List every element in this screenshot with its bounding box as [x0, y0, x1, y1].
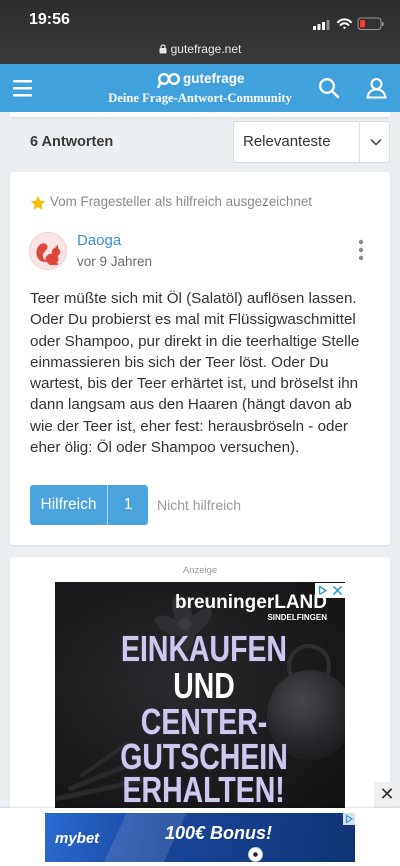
battery-icon: [357, 17, 384, 30]
answer-line: dann langsam aus den Haaren (hängt davon…: [30, 396, 352, 414]
brand-name[interactable]: gutefrage: [183, 71, 245, 87]
sticky-ad-bar: mybet 100€ Bonus!: [0, 808, 400, 866]
not-helpful-button[interactable]: Nicht hilfreich: [157, 485, 241, 525]
answer-time: vor 9 Jahren: [77, 254, 153, 269]
ad-headline-line: EINKAUFEN: [59, 631, 345, 667]
sort-dropdown[interactable]: Relevanteste: [233, 121, 390, 163]
answer-line: eher ölig: Öl oder Shampoo versuchen).: [30, 439, 300, 457]
status-icons: [310, 14, 390, 34]
answer-line: wartest, bis der Teer erhärtet ist, und …: [30, 375, 359, 393]
ad-headline-text: CENTER-: [140, 701, 268, 742]
answer-line: einmassieren bis sich der Teer löst. Ode…: [30, 353, 329, 371]
helpful-badge: Vom Fragesteller als hilfreich ausgezeic…: [50, 194, 312, 209]
answer-line: oder Shampoo, pur direkt in die teerhalt…: [30, 332, 360, 350]
helpful-button[interactable]: Hilfreich 1: [30, 485, 148, 525]
answers-count: 6 Antworten: [30, 134, 114, 150]
author-name[interactable]: Daoga: [77, 232, 121, 250]
url-text: gutefrage.net: [170, 42, 242, 56]
answer-text: Teer müßte sich mit Öl (Salatöl) auflöse…: [30, 288, 380, 458]
ad-headline-line: UND: [59, 668, 345, 704]
browser-chrome: 19:56 gutefrage.net: [0, 0, 400, 64]
status-time: 19:56: [29, 11, 70, 28]
sort-selected[interactable]: Relevanteste: [243, 122, 331, 162]
answer-line: wie der Teer ist, eher fest: herausbröse…: [30, 417, 348, 435]
answer-card: Vom Fragesteller als hilfreich ausgezeic…: [10, 172, 390, 545]
ad-brand-location: SINDELFINGEN: [267, 613, 327, 622]
squirrel-icon: [36, 243, 61, 265]
previous-card-edge: [10, 112, 390, 117]
more-options-icon[interactable]: [356, 239, 366, 261]
ad-label: Anzeige: [182, 565, 218, 576]
brand-tagline: Deine Frage-Antwort-Community: [108, 91, 292, 105]
chevron-down-icon[interactable]: [370, 137, 382, 147]
ad-headline-text: UND: [173, 665, 235, 706]
close-icon[interactable]: ✕: [374, 782, 400, 808]
lock-icon: [159, 44, 167, 54]
ad-headline-line: ERHALTEN!: [59, 772, 345, 808]
avatar[interactable]: [29, 232, 67, 270]
star-icon: [30, 195, 46, 211]
ad-brand-main: breuninger: [174, 592, 275, 613]
soccer-ball-icon: [248, 847, 263, 862]
helpful-count[interactable]: 1: [107, 485, 148, 525]
url-bar[interactable]: gutefrage.net: [0, 41, 400, 57]
search-icon[interactable]: [318, 77, 340, 99]
sort-divider: [359, 122, 360, 162]
sticky-ad-brand: mybet: [55, 830, 100, 847]
ad-headline-text: ERHALTEN!: [122, 769, 286, 808]
site-header: gutefrage Deine Frage-Antwort-Community: [0, 64, 400, 112]
user-icon[interactable]: [366, 77, 387, 99]
screen: 19:56 gutefrage.net gutefrage Deine Frag…: [0, 0, 400, 866]
ad-brand-suffix: LAND: [274, 592, 327, 613]
answer-line: Teer müßte sich mit Öl (Salatöl) auflöse…: [30, 290, 357, 307]
ad-headline-line: CENTER-: [59, 704, 345, 740]
gutefrage-logo-icon[interactable]: [157, 72, 181, 88]
ad-headline-text: EINKAUFEN: [121, 628, 287, 669]
wifi-icon: [337, 18, 352, 30]
ad-brand: breuningerLAND SINDELFINGEN: [175, 593, 327, 622]
helpful-label[interactable]: Hilfreich: [30, 485, 107, 525]
ad-choices-icon[interactable]: [343, 813, 355, 825]
ad-creative[interactable]: breuningerLAND SINDELFINGEN EINKAUFEN UN…: [55, 582, 345, 808]
signal-icon: [313, 20, 330, 30]
sticky-ad-headline: 100€ Bonus!: [165, 823, 273, 843]
answer-line: Oder Du probierst es mal mit Flüssigwasc…: [30, 311, 356, 329]
sticky-ad-banner[interactable]: mybet 100€ Bonus!: [45, 813, 355, 862]
